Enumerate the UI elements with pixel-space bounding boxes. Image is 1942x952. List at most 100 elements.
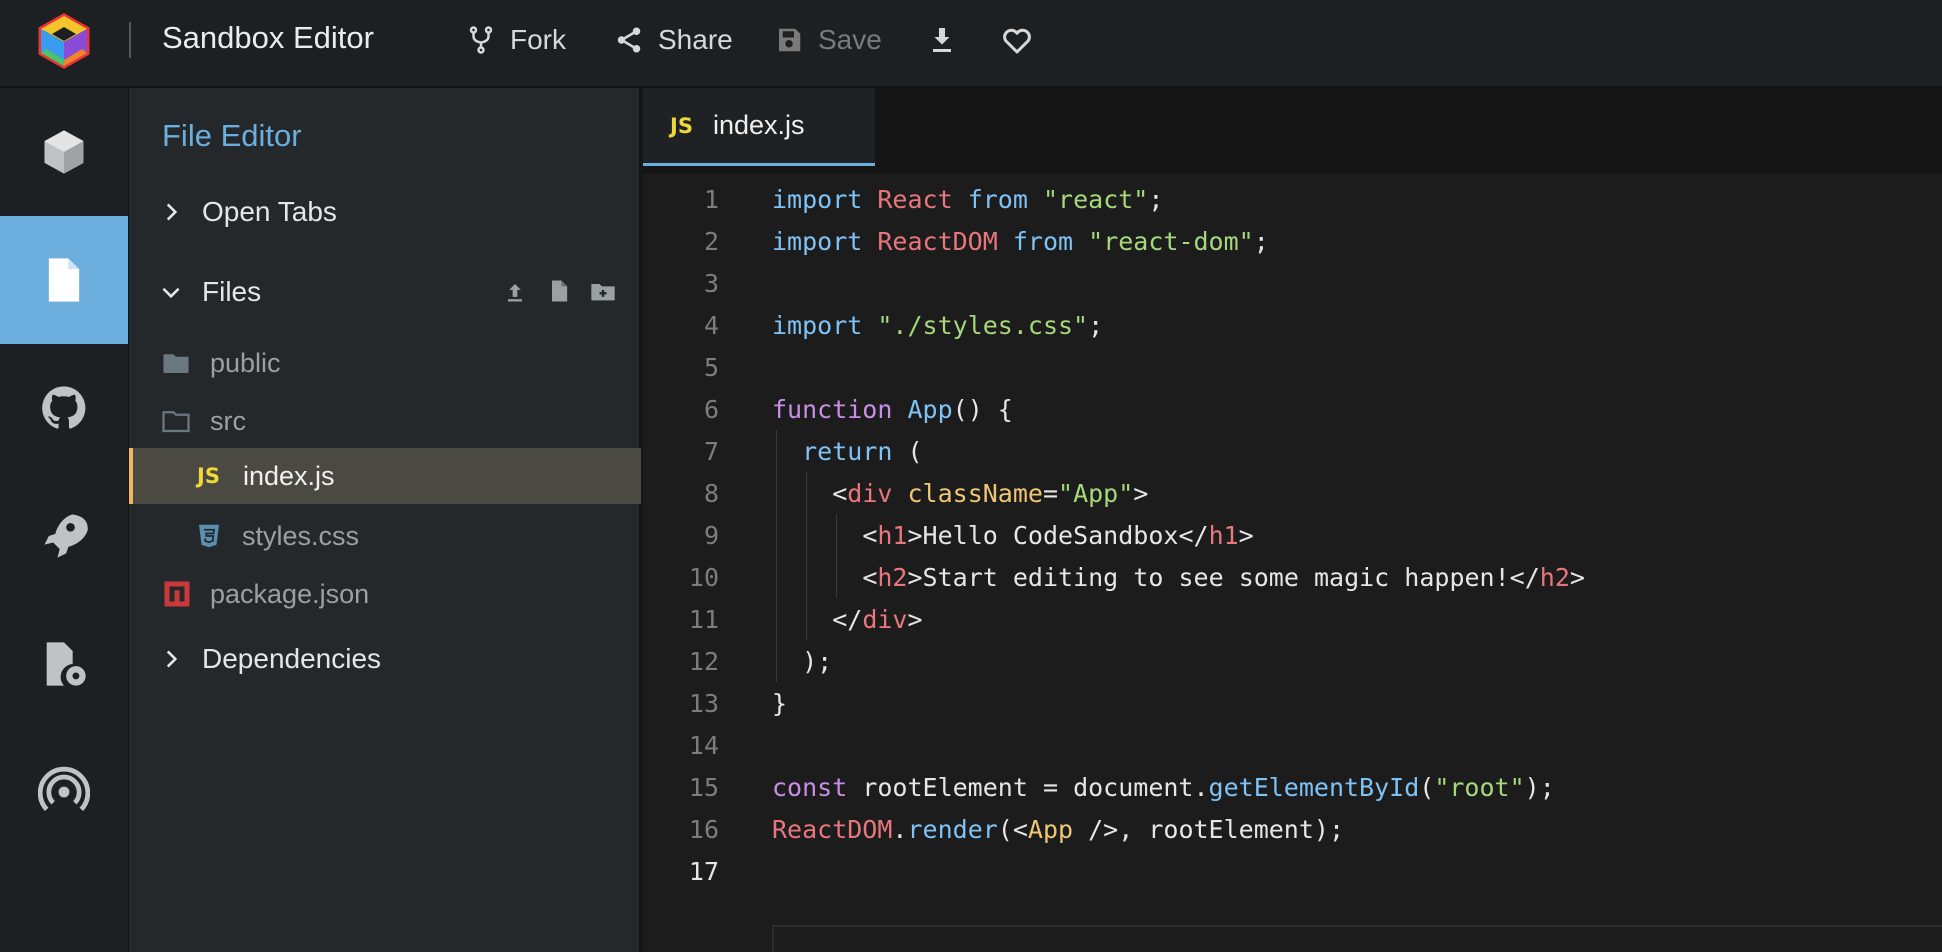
tab-label: index.js bbox=[713, 110, 805, 140]
code-line[interactable]: 13} bbox=[643, 682, 1942, 724]
activity-config-files[interactable] bbox=[0, 600, 128, 728]
share-label: Share bbox=[658, 24, 733, 55]
code-text: <h2>Start editing to see some magic happ… bbox=[862, 562, 1585, 592]
sidebar-title: File Editor bbox=[162, 118, 302, 153]
fork-button[interactable]: Fork bbox=[466, 20, 566, 60]
code-line[interactable]: 7 return ( bbox=[643, 430, 1942, 472]
code-area[interactable]: 1 import React from "react"; 2 import React… bbox=[643, 174, 1942, 952]
file-icon bbox=[48, 258, 80, 302]
code-text: </div> bbox=[832, 604, 923, 634]
files-section[interactable]: Files bbox=[129, 267, 641, 317]
code-line[interactable]: 11 </div> bbox=[643, 598, 1942, 640]
open-tabs-section[interactable]: Open Tabs bbox=[129, 187, 641, 237]
files-label: Files bbox=[202, 276, 262, 307]
code-text: return ( bbox=[802, 436, 923, 466]
upload-file-icon[interactable] bbox=[501, 277, 529, 305]
dependencies-section[interactable]: Dependencies bbox=[129, 634, 641, 684]
line-number: 6 bbox=[703, 394, 719, 424]
codesandbox-logo[interactable] bbox=[36, 13, 92, 69]
code-line[interactable]: 8 <div className="App"> bbox=[643, 472, 1942, 514]
code-text: function App() { bbox=[772, 394, 1013, 424]
line-number: 1 bbox=[703, 184, 719, 214]
cube-icon bbox=[44, 130, 84, 174]
file-name: index.js bbox=[243, 460, 335, 491]
css-file-icon bbox=[199, 524, 219, 548]
file-tree-item-src[interactable]: src bbox=[129, 393, 641, 449]
new-file-icon[interactable] bbox=[545, 277, 573, 305]
code-line[interactable]: 16 ReactDOM.render(<App />, rootElement); bbox=[643, 808, 1942, 850]
new-folder-icon[interactable] bbox=[589, 277, 617, 305]
code-line[interactable]: 15 const rootElement = document.getElemen… bbox=[643, 766, 1942, 808]
fork-icon bbox=[469, 26, 493, 54]
code-line[interactable]: 10 <h2>Start editing to see some magic h… bbox=[643, 556, 1942, 598]
js-file-icon: JS bbox=[197, 464, 220, 488]
like-heart-icon[interactable] bbox=[999, 22, 1035, 58]
chevron-right-icon bbox=[166, 203, 178, 221]
activity-file-editor[interactable] bbox=[0, 216, 128, 344]
js-file-icon: JS bbox=[670, 113, 693, 138]
line-number: 5 bbox=[703, 352, 719, 382]
code-line[interactable]: 9 <h1>Hello CodeSandbox</h1> bbox=[643, 514, 1942, 556]
code-editor-pane: JS index.js 1 import React from "react"; 2… bbox=[643, 88, 1942, 952]
code-line[interactable]: 2 import ReactDOM from "react-dom"; bbox=[643, 220, 1942, 262]
share-button[interactable]: Share bbox=[614, 20, 733, 60]
activity-project-info[interactable] bbox=[0, 88, 128, 216]
line-number: 7 bbox=[703, 436, 719, 466]
save-label: Save bbox=[818, 24, 882, 55]
code-text: <h1>Hello CodeSandbox</h1> bbox=[862, 520, 1254, 550]
code-line[interactable]: 4 import "./styles.css"; bbox=[643, 304, 1942, 346]
line-number: 2 bbox=[703, 226, 719, 256]
save-button[interactable]: Save bbox=[774, 20, 882, 60]
share-icon bbox=[617, 27, 641, 53]
indent-guide bbox=[776, 430, 777, 682]
file-tree-item-styles-css[interactable]: styles.css bbox=[129, 508, 641, 564]
file-name: package.json bbox=[210, 578, 370, 609]
rocket-icon bbox=[44, 514, 88, 558]
code-text: import "./styles.css"; bbox=[772, 310, 1104, 340]
code-line[interactable]: 14 bbox=[643, 724, 1942, 766]
line-number: 9 bbox=[703, 520, 719, 550]
header-divider bbox=[129, 22, 131, 58]
save-icon bbox=[779, 28, 801, 52]
open-tabs-label: Open Tabs bbox=[202, 196, 337, 227]
download-icon[interactable] bbox=[924, 22, 960, 58]
code-line[interactable]: 6 function App() { bbox=[643, 388, 1942, 430]
tab-index-js[interactable]: JS index.js bbox=[643, 88, 875, 166]
code-line[interactable]: 12 ); bbox=[643, 640, 1942, 682]
code-line[interactable]: 17 bbox=[643, 850, 1942, 892]
file-tree-item-package-json[interactable]: package.json bbox=[129, 566, 641, 622]
fork-label: Fork bbox=[510, 24, 566, 55]
code-line[interactable]: 3 bbox=[643, 262, 1942, 304]
activity-github[interactable] bbox=[0, 344, 128, 472]
code-text: import React from "react"; bbox=[772, 184, 1164, 214]
code-line[interactable]: 1 import React from "react"; bbox=[643, 178, 1942, 220]
npm-icon bbox=[164, 581, 190, 607]
line-number: 12 bbox=[688, 646, 719, 676]
file-tree-item-index-js[interactable]: JS index.js bbox=[129, 448, 641, 504]
code-text: <div className="App"> bbox=[832, 478, 1149, 508]
broadcast-icon bbox=[38, 766, 90, 811]
file-tree-item-public[interactable]: public bbox=[129, 335, 641, 391]
activity-bar bbox=[0, 88, 128, 952]
line-number: 4 bbox=[703, 310, 719, 340]
dependencies-label: Dependencies bbox=[202, 643, 382, 674]
line-number: 15 bbox=[688, 772, 719, 802]
chevron-right-icon bbox=[166, 650, 178, 668]
activity-live[interactable] bbox=[0, 728, 128, 856]
code-line[interactable]: 5 bbox=[643, 346, 1942, 388]
file-settings-icon bbox=[46, 642, 86, 686]
chevron-down-icon bbox=[162, 287, 180, 299]
line-number: 14 bbox=[688, 730, 719, 760]
line-number: 16 bbox=[688, 814, 719, 844]
files-actions bbox=[501, 277, 617, 305]
code-text: ); bbox=[772, 646, 833, 676]
indent-guide bbox=[836, 514, 838, 598]
github-icon bbox=[42, 386, 86, 429]
line-number: 3 bbox=[703, 268, 719, 298]
activity-deployment[interactable] bbox=[0, 472, 128, 600]
file-explorer-sidebar: File Editor Open Tabs Files public src J… bbox=[129, 88, 641, 952]
file-name: public bbox=[210, 347, 281, 378]
file-name: src bbox=[210, 405, 246, 436]
line-number: 8 bbox=[703, 478, 719, 508]
line-number: 10 bbox=[688, 562, 719, 592]
